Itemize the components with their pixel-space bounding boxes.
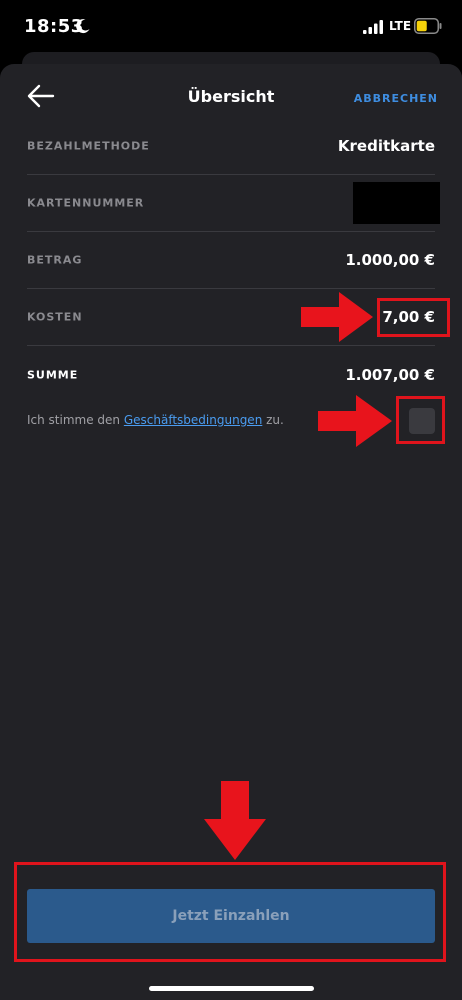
arrow-down-icon: [204, 781, 266, 860]
row-value: 1.000,00 €: [345, 251, 435, 269]
summary-row-payment-method: BEZAHLMETHODE Kreditkarte: [27, 118, 435, 175]
card-number-redaction: [353, 182, 440, 224]
summary-row-fees: KOSTEN 7,00 €: [27, 289, 435, 346]
deposit-button[interactable]: Jetzt Einzahlen: [27, 889, 435, 943]
row-label: BETRAG: [27, 253, 83, 267]
fees-highlight-box: [377, 298, 450, 337]
summary-row-card-number: KARTENNUMMER: [27, 175, 440, 232]
terms-text: Ich stimme den Geschäftsbedingungen zu.: [27, 413, 284, 427]
row-value: 1.007,00 €: [345, 365, 435, 384]
row-label: KOSTEN: [27, 310, 83, 324]
arrow-right-icon: [318, 395, 392, 447]
terms-link[interactable]: Geschäftsbedingungen: [124, 413, 262, 427]
home-indicator: [149, 986, 314, 991]
cancel-button[interactable]: ABBRECHEN: [354, 92, 438, 105]
moon-icon: [76, 19, 90, 34]
checkbox-highlight-box: [396, 396, 445, 444]
network-label: LTE: [389, 19, 412, 33]
row-label: BEZAHLMETHODE: [27, 139, 150, 153]
row-value: Kreditkarte: [337, 137, 435, 155]
summary-row-amount: BETRAG 1.000,00 €: [27, 232, 435, 289]
terms-suffix: zu.: [262, 413, 284, 427]
row-label: SUMME: [27, 368, 79, 381]
battery-icon: [414, 18, 442, 34]
arrow-right-icon: [301, 292, 373, 342]
terms-prefix: Ich stimme den: [27, 413, 124, 427]
row-label: KARTENNUMMER: [27, 196, 145, 210]
signal-icon: [363, 20, 383, 34]
status-bar: 18:53 LTE: [0, 0, 462, 56]
